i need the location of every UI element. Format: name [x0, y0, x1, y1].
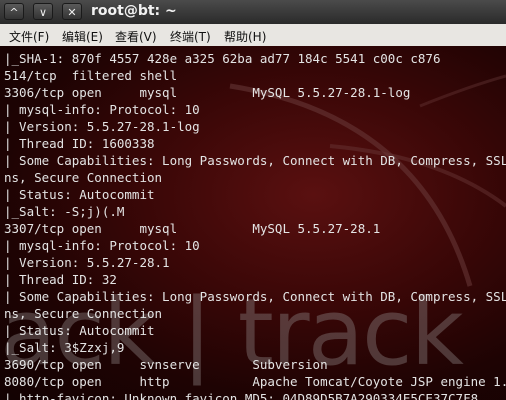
terminal-line: | Some Capabilities: Long Passwords, Con… [4, 153, 506, 168]
terminal-lines: |_SHA-1: 870f 4557 428e a325 62ba ad77 1… [4, 50, 506, 400]
terminal-line: 514/tcp filtered shell [4, 68, 178, 83]
terminal-line: |_Salt: -S;j)(.M [4, 204, 125, 219]
terminal-line: | mysql-info: Protocol: 10 [4, 102, 200, 117]
scroll-up-button[interactable]: ^ [4, 3, 24, 20]
terminal-line: ns, Secure Connection [4, 306, 163, 321]
window-title: root@bt: ~ [91, 3, 177, 19]
minimize-button[interactable]: ∨ [33, 3, 53, 20]
terminal-line: | Some Capabilities: Long Passwords, Con… [4, 289, 506, 304]
terminal-line: 3307/tcp open mysql MySQL 5.5.27-28.1 [4, 221, 381, 236]
menu-edit[interactable]: 编辑(E) [62, 28, 103, 45]
close-button[interactable]: ✕ [62, 3, 82, 20]
menu-bar: 文件(F) 编辑(E) 查看(V) 终端(T) 帮助(H) [0, 24, 506, 47]
terminal-line: 3690/tcp open svnserve Subversion [4, 357, 328, 372]
terminal-line: | Status: Autocommit [4, 323, 155, 338]
menu-terminal[interactable]: 终端(T) [170, 28, 211, 45]
title-bar: ^ ∨ ✕ root@bt: ~ [0, 0, 506, 25]
terminal-line: 3306/tcp open mysql MySQL 5.5.27-28.1-lo… [4, 85, 411, 100]
terminal-line: |_SHA-1: 870f 4557 428e a325 62ba ad77 1… [4, 51, 441, 66]
terminal-line: |_http-favicon: Unknown favicon MD5: 04D… [4, 391, 479, 400]
terminal-line: | Version: 5.5.27-28.1 [4, 255, 170, 270]
terminal-line: | Thread ID: 1600338 [4, 136, 155, 151]
chevron-down-icon: ∨ [38, 6, 48, 19]
menu-help[interactable]: 帮助(H) [224, 28, 266, 45]
terminal-line: | Version: 5.5.27-28.1-log [4, 119, 200, 134]
terminal-line: | Status: Autocommit [4, 187, 155, 202]
close-icon: ✕ [67, 6, 77, 19]
terminal-line: | Thread ID: 32 [4, 272, 117, 287]
terminal-window: ^ ∨ ✕ root@bt: ~ 文件(F) 编辑(E) 查看(V) 终端(T)… [0, 0, 506, 400]
terminal-output[interactable]: ack | track |_SHA-1: 870f 4557 428e a325… [0, 46, 506, 400]
menu-file[interactable]: 文件(F) [9, 28, 49, 45]
menu-view[interactable]: 查看(V) [115, 28, 157, 45]
terminal-line: |_Salt: 3$Zzxj,9 [4, 340, 125, 355]
caret-up-icon: ^ [9, 6, 19, 19]
terminal-line: 8080/tcp open http Apache Tomcat/Coyote … [4, 374, 506, 389]
terminal-line: ns, Secure Connection [4, 170, 163, 185]
terminal-line: | mysql-info: Protocol: 10 [4, 238, 200, 253]
